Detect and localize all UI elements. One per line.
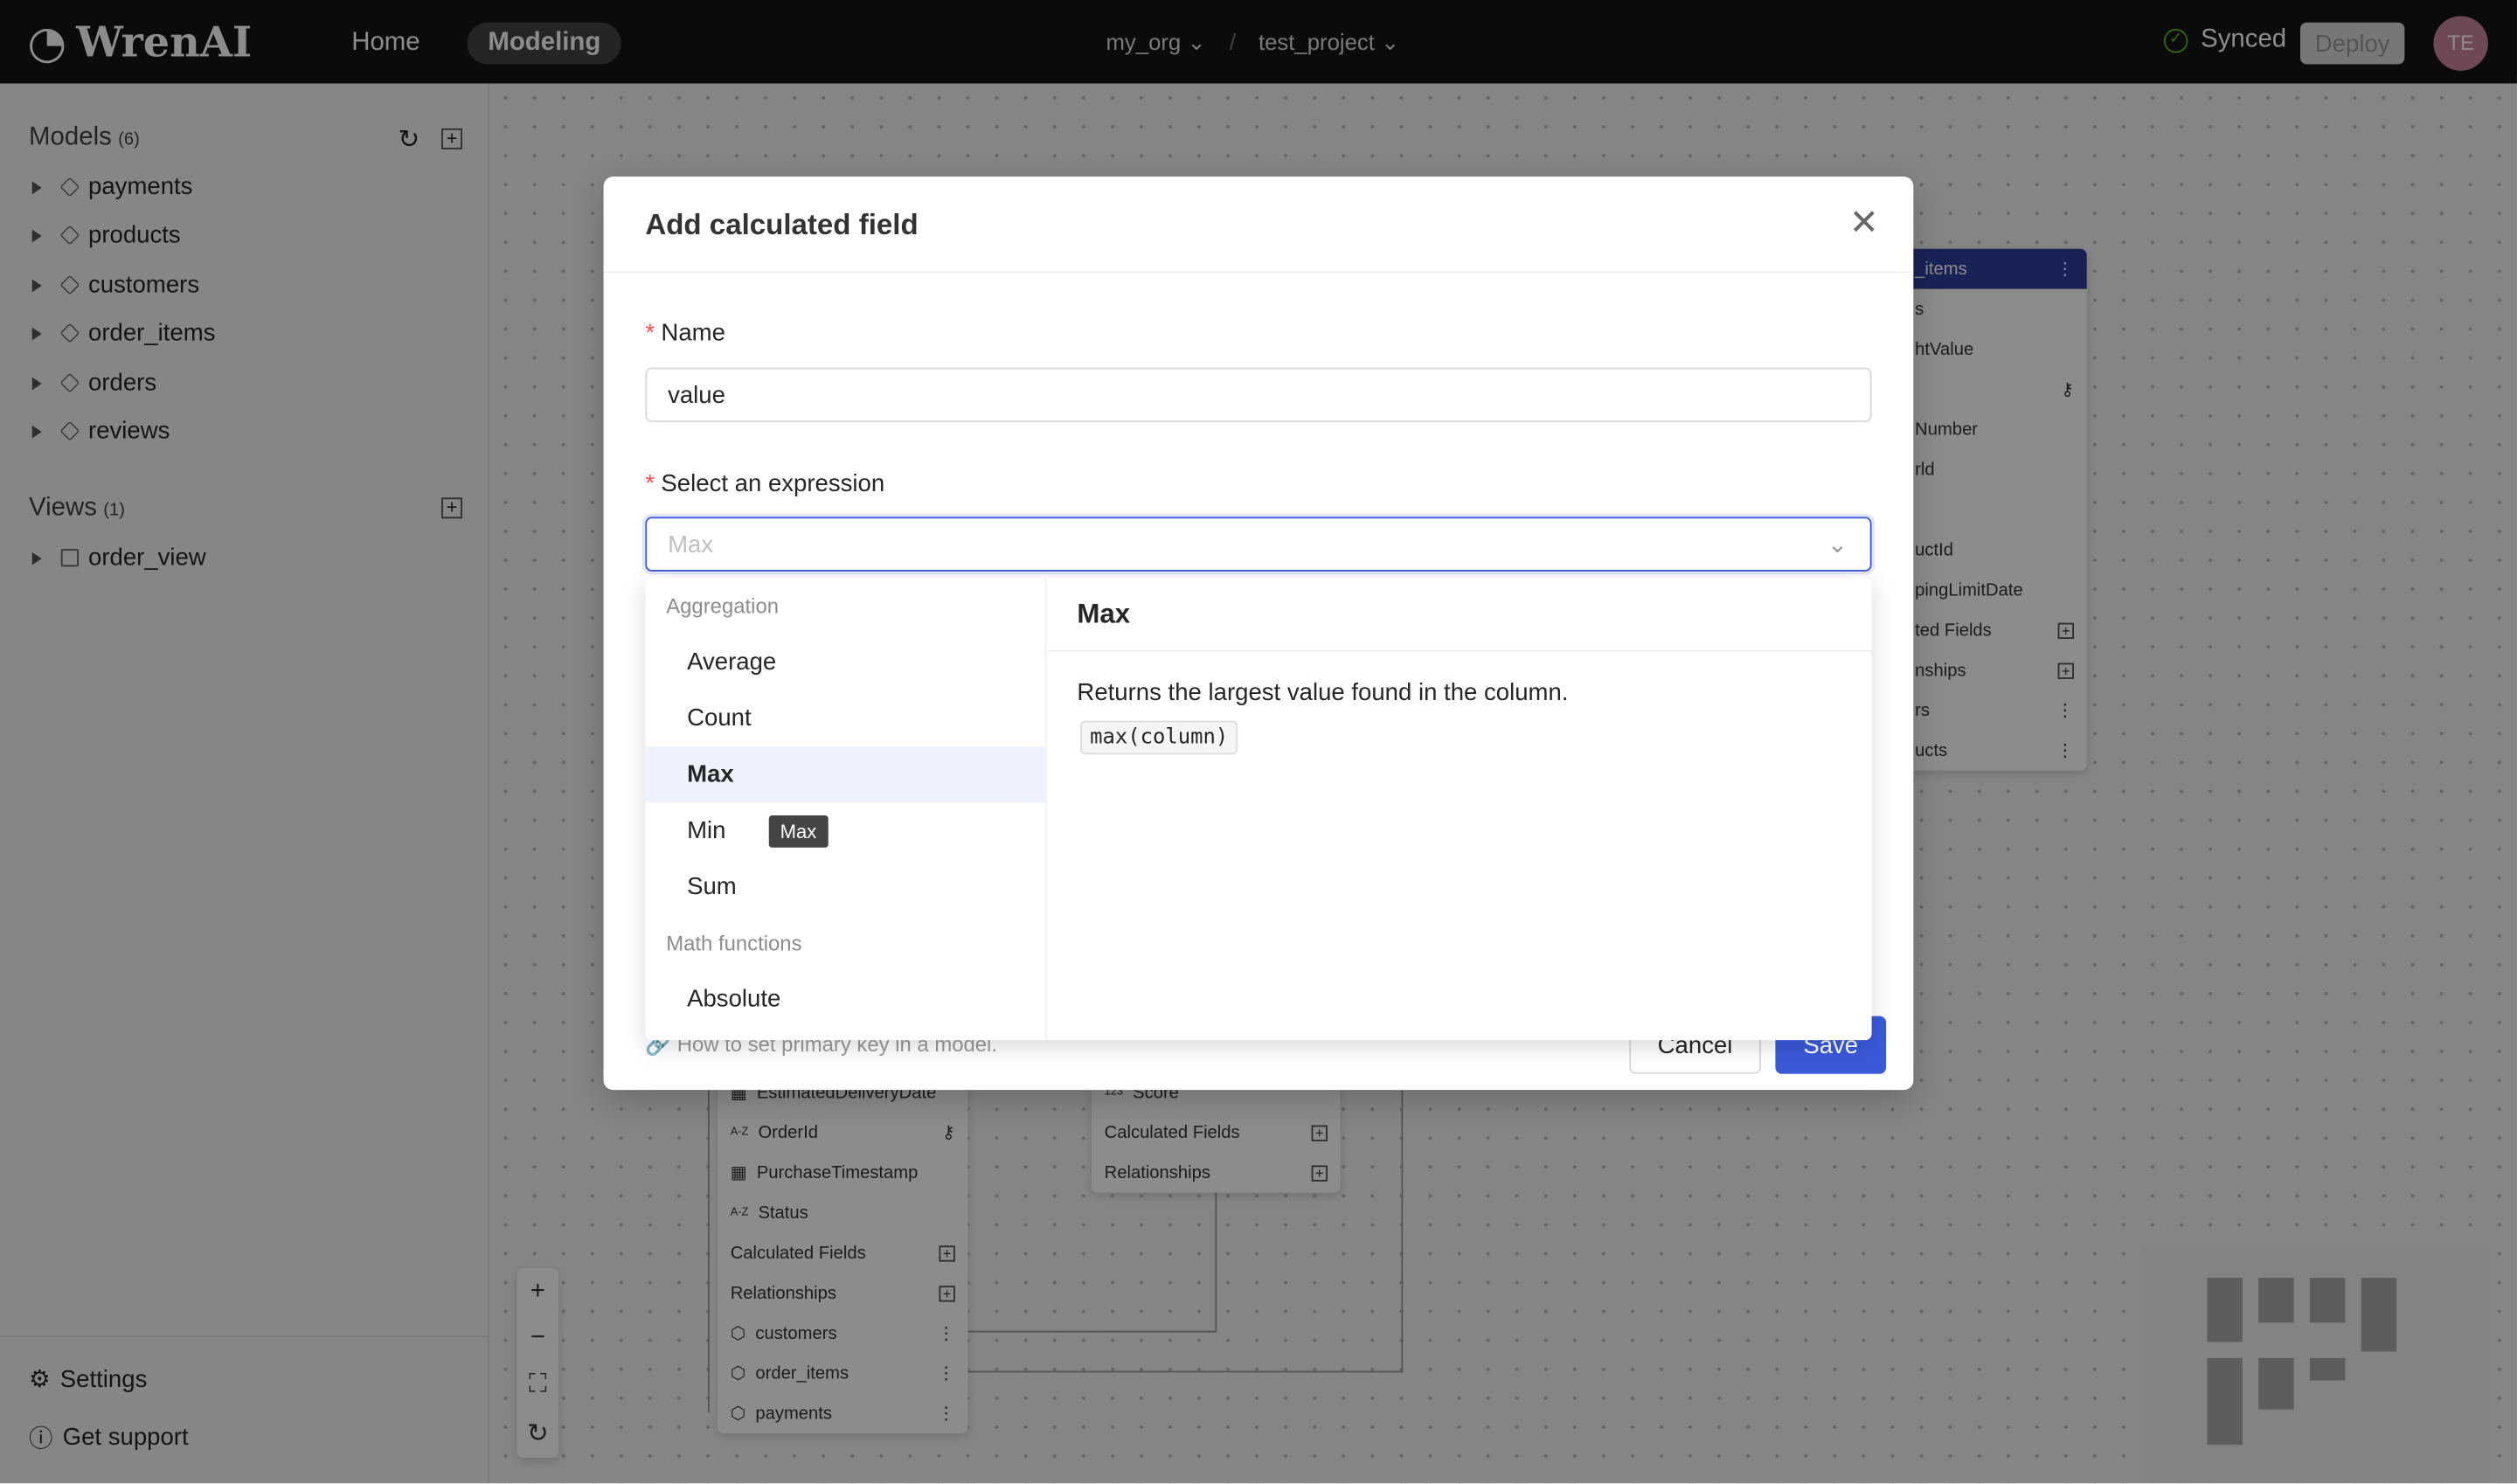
chevron-down-icon: ⌄ bbox=[1827, 530, 1848, 559]
tooltip: Max bbox=[768, 815, 829, 848]
detail-description: Returns the largest value found in the c… bbox=[1077, 678, 1569, 707]
modal-title: Add calculated field bbox=[645, 208, 919, 241]
option-sum[interactable]: Sum bbox=[645, 859, 1044, 915]
option-max[interactable]: Max bbox=[645, 746, 1045, 803]
option-count[interactable]: Count bbox=[645, 690, 1044, 746]
expression-label: * Select an expression bbox=[645, 470, 885, 498]
name-input[interactable]: value bbox=[645, 367, 1872, 423]
option-min[interactable]: Min bbox=[645, 802, 1044, 858]
expression-dropdown: Aggregation Average Count Max Min Sum Ma… bbox=[645, 578, 1872, 1041]
detail-syntax: max(column) bbox=[1080, 720, 1238, 755]
name-label: * Name bbox=[645, 319, 725, 347]
close-icon[interactable]: ✕ bbox=[1849, 202, 1879, 244]
option-absolute[interactable]: Absolute bbox=[645, 971, 1044, 1027]
add-calculated-field-modal: Add calculated field ✕ * Name value * Sele… bbox=[603, 177, 1914, 1091]
detail-title: Max bbox=[1077, 599, 1131, 629]
expression-select[interactable]: Max ⌄ bbox=[645, 517, 1872, 572]
group-math-functions: Math functions bbox=[666, 931, 802, 955]
option-average[interactable]: Average bbox=[645, 634, 1044, 690]
group-aggregation: Aggregation bbox=[666, 593, 780, 619]
